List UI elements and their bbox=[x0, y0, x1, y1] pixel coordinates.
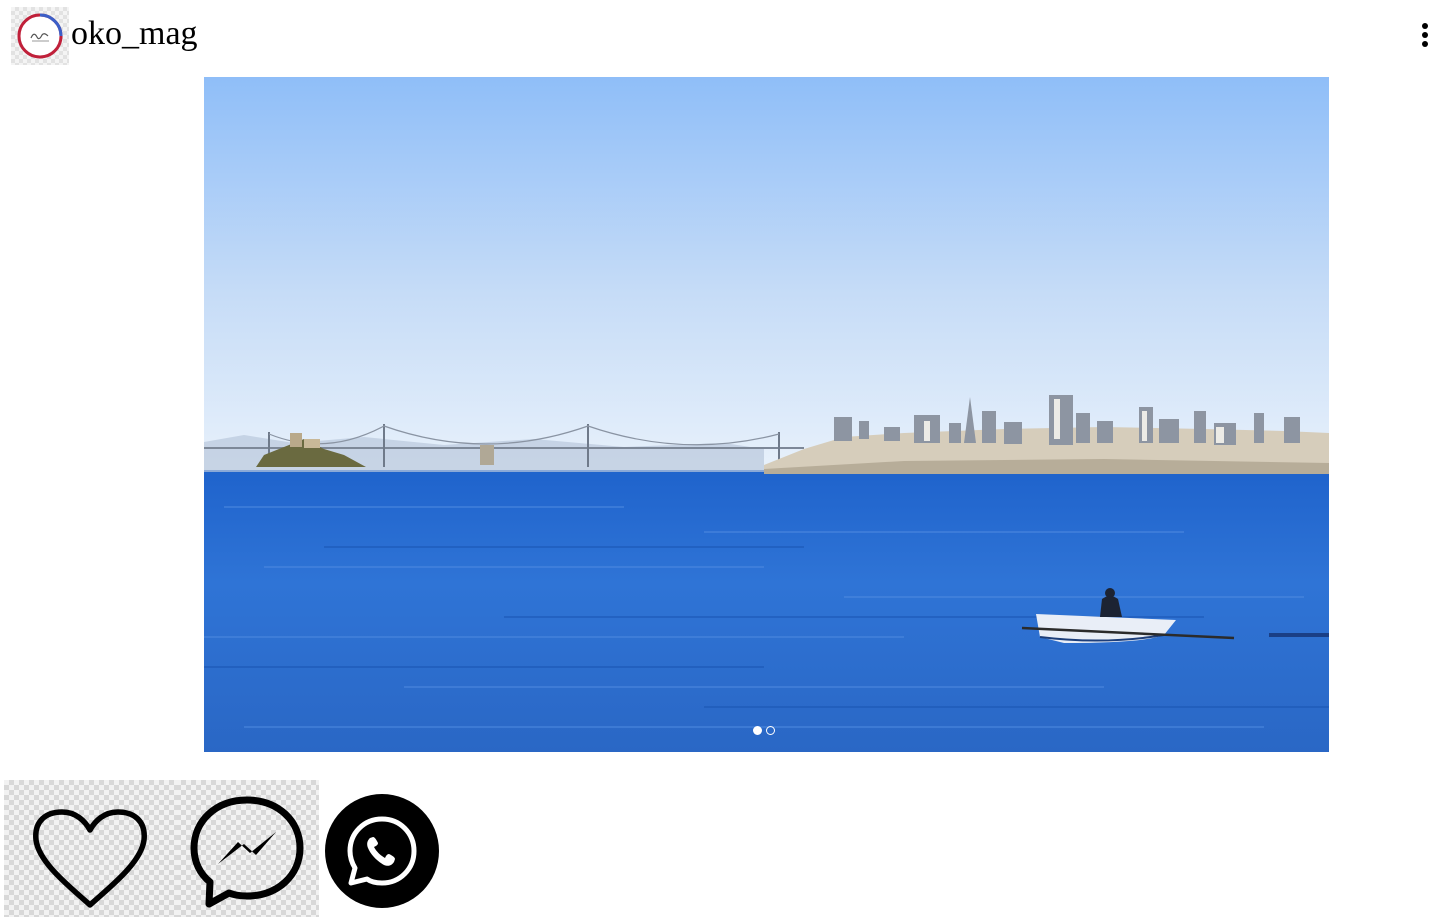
avatar[interactable] bbox=[11, 7, 69, 65]
post-view: oko_mag bbox=[0, 0, 1441, 917]
whatsapp-icon bbox=[325, 794, 439, 908]
carousel-indicator bbox=[753, 726, 775, 738]
heart-outline-icon bbox=[33, 809, 147, 908]
messenger-button[interactable] bbox=[176, 780, 319, 917]
more-options-icon[interactable] bbox=[1414, 22, 1436, 48]
post-image[interactable] bbox=[204, 77, 1329, 752]
carousel-dot-2[interactable] bbox=[766, 726, 775, 735]
carousel-dot-1[interactable] bbox=[753, 726, 762, 735]
brand-logo-icon bbox=[17, 13, 63, 59]
whatsapp-button[interactable] bbox=[325, 794, 439, 908]
username[interactable]: oko_mag bbox=[71, 14, 198, 54]
messenger-icon bbox=[190, 796, 304, 908]
like-button[interactable] bbox=[4, 780, 176, 917]
